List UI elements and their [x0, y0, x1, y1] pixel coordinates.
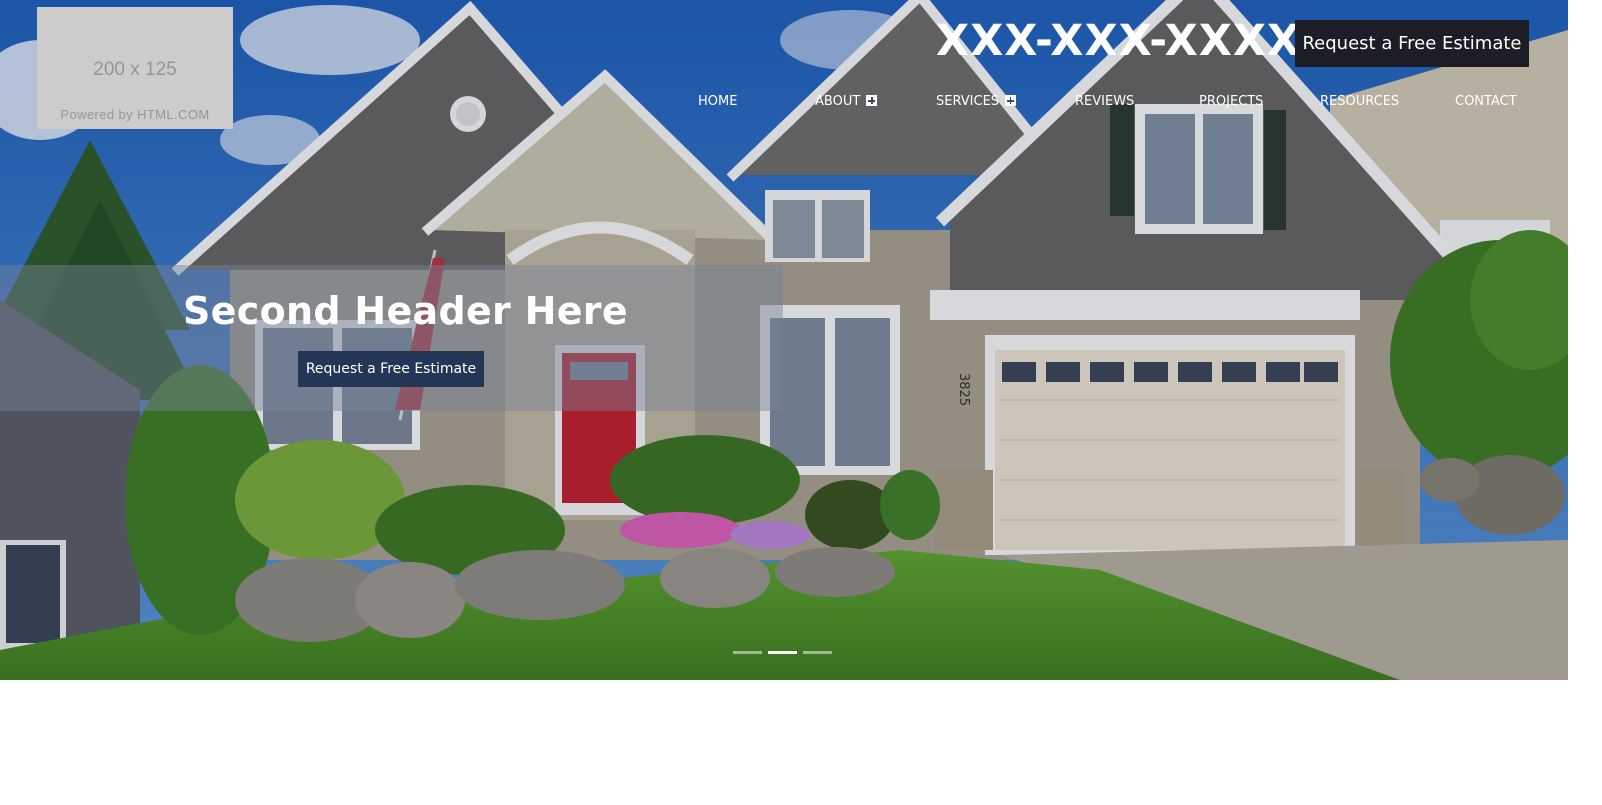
slide-indicator-1[interactable]: [733, 651, 762, 654]
nav-item-projects[interactable]: PROJECTS: [1199, 94, 1263, 109]
nav-item-services[interactable]: SERVICES: [936, 94, 1017, 109]
nav-item-label: CONTACT: [1455, 94, 1517, 109]
page: 3825 Second Header Here Request a Free E…: [0, 0, 1602, 805]
nav-item-label: SERVICES: [936, 94, 1000, 109]
header-estimate-button[interactable]: Request a Free Estimate: [1295, 20, 1529, 67]
nav-item-label: REVIEWS: [1075, 94, 1135, 109]
nav-item-label: PROJECTS: [1199, 94, 1264, 109]
nav-item-home[interactable]: HOME: [698, 94, 737, 109]
nav-item-about[interactable]: ABOUT: [815, 94, 878, 109]
nav-item-label: ABOUT: [815, 94, 861, 109]
scrollbar-gutter: [1568, 0, 1602, 805]
nav-item-reviews[interactable]: REVIEWS: [1075, 94, 1134, 109]
caption-band: [0, 265, 783, 411]
main-navigation: HOME ABOUT SERVICES REVIEWS PROJECTS RES…: [0, 94, 1568, 114]
slide-indicator-2[interactable]: [768, 651, 797, 654]
nav-item-resources[interactable]: RESOURCES: [1320, 94, 1399, 109]
expand-plus-icon[interactable]: [1005, 95, 1017, 106]
nav-item-label: RESOURCES: [1320, 94, 1400, 109]
expand-plus-icon[interactable]: [866, 95, 878, 106]
phone-number[interactable]: XXX-XXX-XXXX: [936, 16, 1301, 66]
nav-item-contact[interactable]: CONTACT: [1455, 94, 1517, 109]
slider-indicators: [733, 651, 833, 655]
logo-size-label: 200 x 125: [93, 59, 177, 80]
hero-estimate-button[interactable]: Request a Free Estimate: [298, 351, 484, 387]
slide-indicator-3[interactable]: [803, 651, 832, 654]
nav-item-label: HOME: [698, 94, 738, 109]
hero-heading: Second Header Here: [183, 289, 628, 333]
